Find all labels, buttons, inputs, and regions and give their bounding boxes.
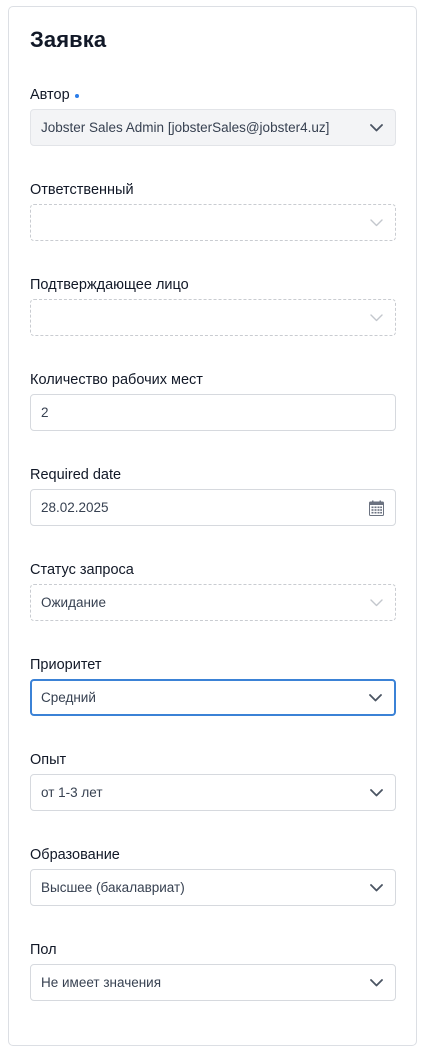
education-field: Образование Высшее (бакалавриат) <box>30 846 396 906</box>
approver-label: Подтверждающее лицо <box>30 277 189 293</box>
author-field: Автор Jobster Sales Admin [jobsterSales@… <box>30 86 396 146</box>
responsible-select[interactable] <box>30 204 396 241</box>
workplaces-input[interactable]: 2 <box>30 394 396 431</box>
gender-field: Пол Не имеет значения <box>30 941 396 1001</box>
education-value: Высшее (бакалавриат) <box>41 880 185 895</box>
chevron-down-icon <box>370 978 383 987</box>
status-value: Ожидание <box>41 595 106 610</box>
experience-select[interactable]: от 1-3 лет <box>30 774 396 811</box>
page-title: Заявка <box>30 27 107 52</box>
priority-label: Приоритет <box>30 657 102 673</box>
gender-label: Пол <box>30 942 57 958</box>
status-field: Статус запроса Ожидание <box>30 561 396 621</box>
workplaces-value: 2 <box>41 405 49 420</box>
required-date-field: Required date 28.02.2025 <box>30 466 396 526</box>
education-label: Образование <box>30 847 120 863</box>
approver-select[interactable] <box>30 299 396 336</box>
status-label: Статус запроса <box>30 562 134 578</box>
chevron-down-icon <box>370 123 383 132</box>
required-date-input[interactable]: 28.02.2025 <box>30 489 396 526</box>
experience-label: Опыт <box>30 752 67 768</box>
workplaces-label: Количество рабочих мест <box>30 372 203 388</box>
experience-value: от 1-3 лет <box>41 785 103 800</box>
chevron-down-icon <box>370 218 383 227</box>
author-label: Автор <box>30 87 70 103</box>
required-indicator <box>74 94 79 98</box>
gender-select[interactable]: Не имеет значения <box>30 964 396 1001</box>
education-select[interactable]: Высшее (бакалавриат) <box>30 869 396 906</box>
experience-field: Опыт от 1-3 лет <box>30 751 396 811</box>
gender-value: Не имеет значения <box>41 975 162 990</box>
chevron-down-icon <box>370 313 383 322</box>
approver-field: Подтверждающее лицо <box>30 276 396 336</box>
priority-select[interactable]: Средний <box>30 679 396 716</box>
author-select[interactable]: Jobster Sales Admin [jobsterSales@jobste… <box>30 109 396 146</box>
chevron-down-icon <box>369 693 382 702</box>
priority-field: Приоритет Средний <box>30 656 396 716</box>
required-date-value: 28.02.2025 <box>41 500 109 515</box>
chevron-down-icon <box>370 883 383 892</box>
responsible-label: Ответственный <box>30 182 134 198</box>
chevron-down-icon <box>370 598 383 607</box>
author-value: Jobster Sales Admin [jobsterSales@jobste… <box>41 120 330 135</box>
chevron-down-icon <box>370 788 383 797</box>
calendar-icon[interactable] <box>369 500 384 516</box>
workplaces-field: Количество рабочих мест 2 <box>30 371 396 431</box>
priority-value: Средний <box>41 690 96 705</box>
required-date-label: Required date <box>30 467 122 483</box>
responsible-field: Ответственный <box>30 181 396 241</box>
status-select[interactable]: Ожидание <box>30 584 396 621</box>
